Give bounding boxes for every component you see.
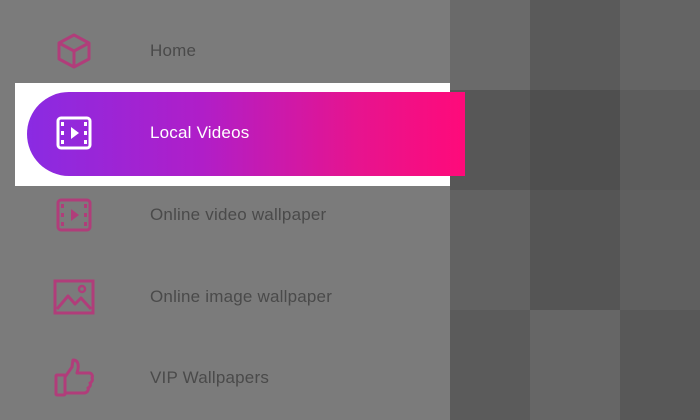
menu-item-home[interactable]: Home xyxy=(0,11,450,91)
menu-item-online-video-wallpaper[interactable]: Online video wallpaper xyxy=(0,175,450,255)
menu-item-label: Home xyxy=(150,41,197,60)
app-screen: Home Local Videos Online video wallpaper… xyxy=(0,0,700,420)
menu-item-local-videos[interactable]: Local Videos xyxy=(0,93,450,173)
cube-icon xyxy=(52,29,96,73)
background-content[interactable] xyxy=(450,0,700,420)
menu-item-label: Online image wallpaper xyxy=(150,287,333,306)
menu-item-label: Online video wallpaper xyxy=(150,205,327,224)
film-play-icon xyxy=(52,111,96,155)
menu-item-vip-wallpapers[interactable]: VIP Wallpapers xyxy=(0,338,450,418)
menu-item-online-image-wallpaper[interactable]: Online image wallpaper xyxy=(0,257,450,337)
menu-item-label: Local Videos xyxy=(150,123,250,142)
menu-item-label: VIP Wallpapers xyxy=(150,368,270,387)
image-icon xyxy=(52,275,96,319)
thumbs-up-icon xyxy=(52,356,96,400)
film-play-icon xyxy=(52,193,96,237)
